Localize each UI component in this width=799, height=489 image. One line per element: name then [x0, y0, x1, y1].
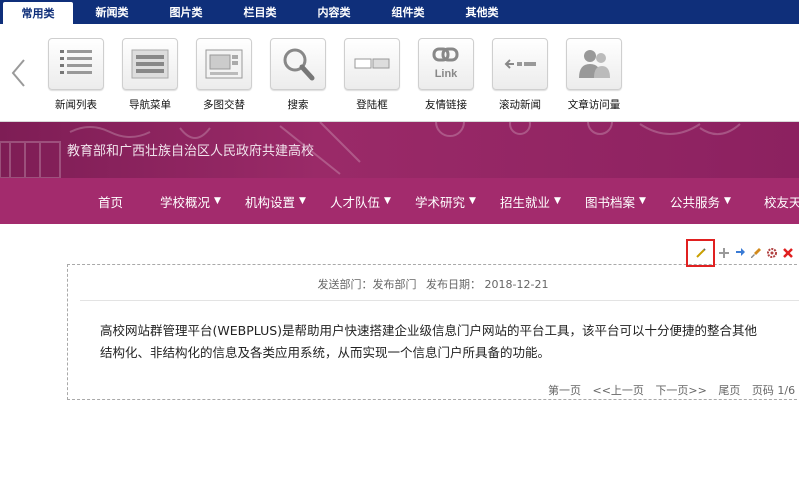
widget-label: 多图交替: [203, 99, 245, 111]
toolbar-prev-icon[interactable]: [9, 58, 29, 88]
tab-images[interactable]: 图片类: [151, 0, 221, 24]
article-meta: 发送部门：发布部门 发布日期： 2018-12-21: [67, 276, 799, 292]
widget-label: 搜索: [287, 99, 309, 111]
caret-down-icon: ▼: [639, 196, 646, 206]
nav-item-research[interactable]: 学术研究 ▼: [415, 178, 476, 224]
edit-button[interactable]: [686, 239, 715, 267]
widget-label: 新闻列表: [55, 99, 97, 111]
search-icon: [283, 48, 315, 81]
pager-page-info: 页码 1/6: [751, 384, 796, 397]
article-date: 发布日期： 2018-12-21: [426, 278, 549, 291]
page-root: 常用类 新闻类 图片类 栏目类 内容类 组件类 其他类 新闻列表 导航菜单 多图…: [0, 0, 799, 489]
article-body: 高校网站群管理平台(WEBPLUS)是帮助用户快速搭建企业级信息门户网站的平台工…: [100, 323, 758, 360]
link-icon: Link: [432, 47, 459, 80]
nav-menu-icon: [131, 49, 169, 79]
widget-label: 滚动新闻: [499, 99, 541, 111]
tab-content[interactable]: 内容类: [299, 0, 369, 24]
pagination: 第一页 <<上一页 下一页>> 尾页 页码 1/6: [548, 382, 799, 398]
widget-label: 导航菜单: [129, 99, 171, 111]
nav-item-faculty[interactable]: 人才队伍 ▼: [330, 178, 391, 224]
gear-icon: [767, 248, 777, 258]
nav-item-admissions[interactable]: 招生就业 ▼: [500, 178, 561, 224]
category-tabbar: 常用类 新闻类 图片类 栏目类 内容类 组件类 其他类: [0, 0, 799, 24]
multi-image-icon: [205, 49, 243, 79]
widget-label: 登陆框: [356, 99, 388, 111]
plus-icon: [719, 248, 729, 258]
caret-down-icon: ▼: [299, 196, 306, 206]
style-button[interactable]: [749, 246, 763, 260]
nav-item-departments[interactable]: 机构设置 ▼: [245, 178, 306, 224]
caret-down-icon: ▼: [724, 196, 731, 206]
nav-item-alumni[interactable]: 校友天: [764, 178, 799, 224]
visitors-icon: [579, 50, 610, 78]
tab-news[interactable]: 新闻类: [77, 0, 147, 24]
caret-down-icon: ▼: [214, 196, 221, 206]
login-box-icon: [354, 58, 390, 69]
nav-item-library[interactable]: 图书档案 ▼: [585, 178, 646, 224]
tab-other[interactable]: 其他类: [447, 0, 517, 24]
main-nav: 首页 学校概况 ▼ 机构设置 ▼ 人才队伍 ▼ 学术研究 ▼ 招生就业 ▼ 图书档案 ▼ 公…: [0, 178, 799, 224]
tab-common[interactable]: 常用类: [3, 2, 73, 24]
caret-down-icon: ▼: [554, 196, 561, 206]
tab-columns[interactable]: 栏目类: [225, 0, 295, 24]
caret-down-icon: ▼: [469, 196, 476, 206]
pager-next[interactable]: 下一页>>: [655, 384, 706, 397]
widget-scroll-news[interactable]: 滚动新闻: [479, 38, 551, 118]
nav-item-services[interactable]: 公共服务 ▼: [670, 178, 731, 224]
pencil-icon: [695, 248, 706, 258]
pager-last[interactable]: 尾页: [718, 384, 740, 397]
article-department: 发送部门：发布部门: [317, 278, 417, 291]
pager-first[interactable]: 第一页: [548, 384, 581, 397]
tab-components[interactable]: 组件类: [373, 0, 443, 24]
widget-login-box[interactable]: 登陆框: [331, 38, 403, 118]
caret-down-icon: ▼: [384, 196, 391, 206]
brush-icon: [751, 248, 761, 258]
scroll-news-icon: [504, 59, 536, 69]
settings-button[interactable]: [765, 246, 779, 260]
news-list-icon: [60, 50, 92, 74]
close-icon: [783, 248, 793, 258]
site-banner: 教育部和广西壮族自治区人民政府共建高校: [0, 122, 799, 178]
meta-divider: [80, 300, 799, 301]
widget-search[interactable]: 搜索: [257, 38, 329, 118]
svg-text:Link: Link: [435, 68, 458, 80]
move-button[interactable]: [733, 246, 747, 260]
frame-action-icons: [686, 239, 795, 267]
widget-news-list[interactable]: 新闻列表: [35, 38, 107, 118]
banner-subtitle: 教育部和广西壮族自治区人民政府共建高校: [67, 144, 315, 159]
widget-multi-image[interactable]: 多图交替: [183, 38, 255, 118]
move-icon: [736, 248, 745, 256]
add-button[interactable]: [717, 246, 731, 260]
nav-item-home[interactable]: 首页: [98, 178, 123, 224]
widget-label: 友情链接: [425, 99, 467, 111]
widget-friend-links[interactable]: Link 友情链接: [405, 38, 477, 118]
nav-item-about[interactable]: 学校概况 ▼: [160, 178, 221, 224]
pager-prev[interactable]: <<上一页: [593, 384, 644, 397]
widget-article-visits[interactable]: 文章访问量: [553, 38, 625, 118]
widget-label: 文章访问量: [567, 99, 621, 111]
widget-nav-menu[interactable]: 导航菜单: [109, 38, 181, 118]
delete-button[interactable]: [781, 246, 795, 260]
component-toolbar: 新闻列表 导航菜单 多图交替 搜索 登陆框 Link 友情链接 滚动新闻 文章访…: [0, 24, 799, 122]
